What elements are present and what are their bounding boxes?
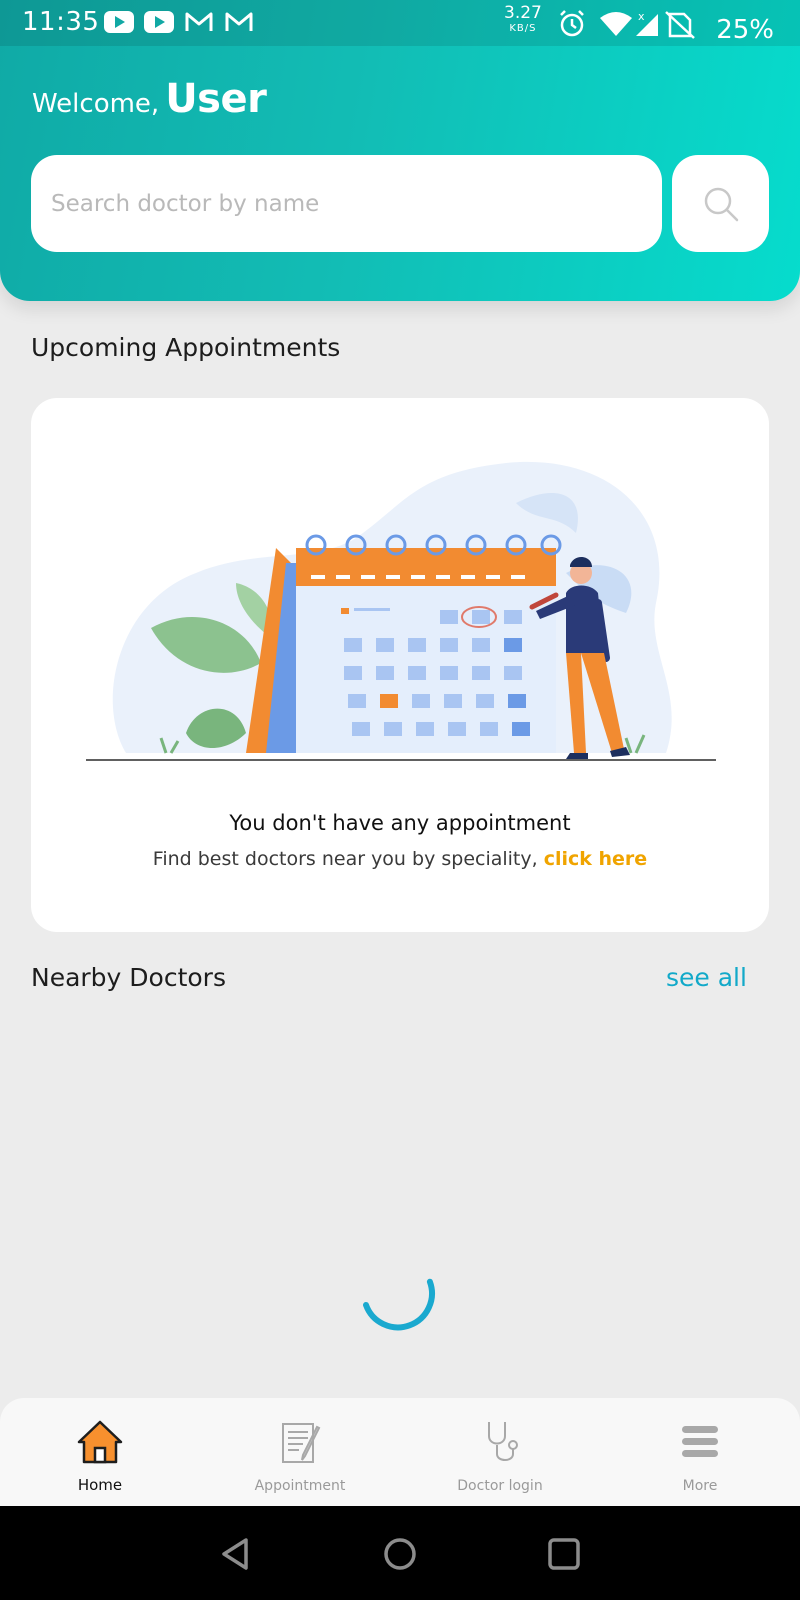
wifi-icon bbox=[600, 12, 632, 36]
alarm-icon bbox=[560, 10, 584, 37]
status-time: 11:35 bbox=[22, 7, 100, 37]
gmail-icon bbox=[184, 11, 214, 33]
battery-level: 25% bbox=[716, 15, 774, 45]
nav-appointment-label: Appointment bbox=[254, 1478, 346, 1494]
menu-icon bbox=[682, 1426, 718, 1457]
nav-doctor-login[interactable]: Doctor login bbox=[400, 1398, 600, 1506]
youtube-icon bbox=[104, 11, 134, 33]
search-box[interactable] bbox=[31, 155, 662, 252]
click-here-link[interactable]: click here bbox=[544, 848, 647, 870]
nav-appointment[interactable]: Appointment bbox=[200, 1398, 400, 1506]
appointment-empty-card: You don't have any appointment Find best… bbox=[31, 398, 769, 932]
signal-icon: x bbox=[636, 10, 658, 36]
welcome-label: Welcome, bbox=[32, 89, 160, 119]
recents-icon[interactable] bbox=[542, 1532, 586, 1576]
clipboard-icon bbox=[282, 1423, 321, 1463]
nearby-doctors-title: Nearby Doctors bbox=[31, 963, 226, 992]
network-speed-value: 3.27 bbox=[504, 3, 542, 23]
user-name: User bbox=[165, 76, 267, 122]
back-icon[interactable] bbox=[214, 1532, 258, 1576]
calendar-illustration bbox=[86, 461, 716, 761]
search-input[interactable] bbox=[51, 155, 641, 252]
search-icon bbox=[704, 187, 738, 221]
nav-more[interactable]: More bbox=[600, 1398, 800, 1506]
find-doctors-text: Find best doctors near you by speciality… bbox=[152, 848, 538, 870]
spinner-icon bbox=[362, 1278, 435, 1331]
nav-more-label: More bbox=[682, 1478, 718, 1494]
home-circle-icon[interactable] bbox=[378, 1532, 422, 1576]
upcoming-appointments-title: Upcoming Appointments bbox=[31, 333, 341, 362]
home-icon bbox=[77, 1420, 123, 1464]
welcome-message: Welcome, User bbox=[32, 76, 267, 122]
empty-appointments-title: You don't have any appointment bbox=[229, 811, 571, 835]
nav-home[interactable]: Home bbox=[0, 1398, 200, 1506]
search-button[interactable] bbox=[672, 155, 769, 252]
svg-text:x: x bbox=[638, 10, 645, 23]
stethoscope-icon bbox=[488, 1422, 518, 1461]
gmail-icon bbox=[224, 11, 254, 33]
nav-home-label: Home bbox=[77, 1476, 123, 1494]
nav-doctor-login-label: Doctor login bbox=[457, 1478, 543, 1494]
network-speed: 3.27 KB/S bbox=[504, 5, 542, 34]
system-status-icons: x 25% bbox=[556, 8, 786, 45]
notification-icons bbox=[104, 11, 254, 33]
empty-appointments-text: Find best doctors near you by speciality… bbox=[31, 848, 769, 870]
see-all-link[interactable]: see all bbox=[666, 963, 747, 992]
youtube-icon bbox=[144, 11, 174, 33]
network-speed-unit: KB/S bbox=[509, 23, 537, 34]
bottom-navigation: Home Appointment Doctor login More bbox=[0, 1398, 800, 1506]
no-sim-icon bbox=[665, 11, 695, 39]
system-navigation-bar bbox=[0, 1506, 800, 1600]
header: 11:35 3.27 KB/S x 25% Welcome, User Sear… bbox=[0, 0, 800, 301]
status-bar: 11:35 3.27 KB/S x 25% bbox=[0, 0, 800, 46]
